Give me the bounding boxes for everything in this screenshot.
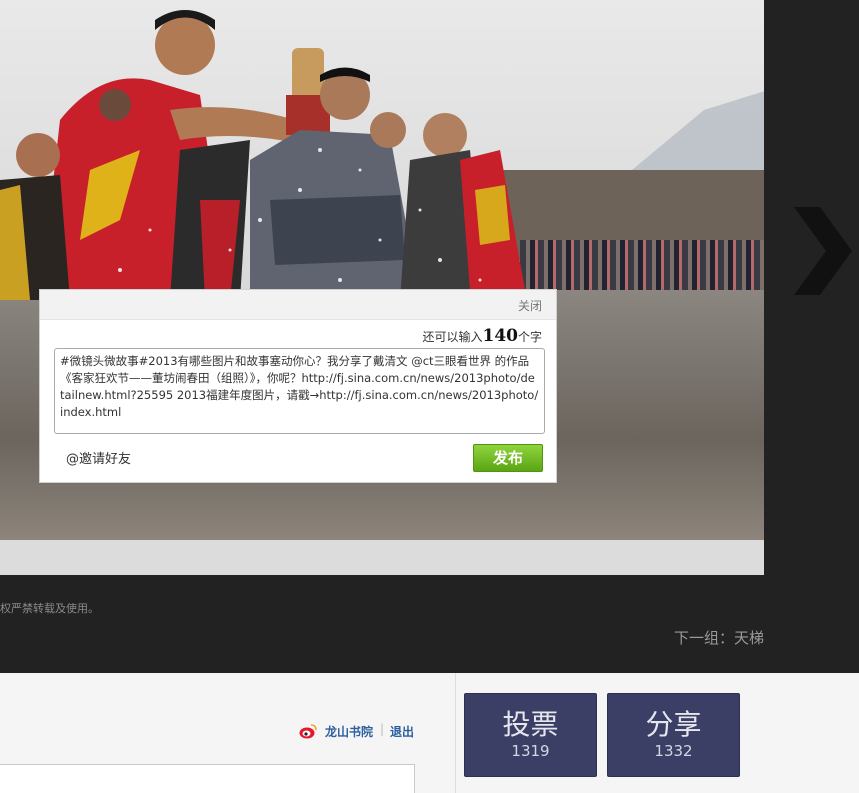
logout-link[interactable]: 退出	[390, 723, 414, 740]
next-group: 下一组：天梯	[674, 627, 764, 648]
counter-value: 140	[482, 326, 518, 346]
gallery-photo[interactable]	[0, 0, 764, 575]
comment-input[interactable]	[0, 764, 415, 793]
next-group-prefix: 下一组：	[673, 629, 734, 647]
vote-count: 1319	[511, 742, 550, 760]
username-link[interactable]: 龙山书院	[325, 723, 373, 740]
dialog-titlebar: 关闭	[40, 290, 556, 320]
share-count: 1332	[654, 742, 693, 760]
photo-bottom-band	[0, 540, 764, 575]
photo-people	[0, 10, 525, 300]
share-dialog: 关闭 还可以输入140个字 #微镜头微故事#2013有哪些图片和故事塞动你心？我…	[39, 289, 557, 483]
user-bar-separator: |	[380, 722, 385, 736]
weibo-icon	[299, 724, 317, 739]
copyright-text: 权严禁转载及使用。	[0, 602, 99, 615]
publish-button[interactable]: 发布	[473, 444, 543, 472]
vote-button[interactable]: 投票 1319	[464, 693, 597, 777]
share-button[interactable]: 分享 1332	[607, 693, 740, 777]
share-label: 分享	[645, 708, 702, 741]
bottom-panel: 龙山书院 | 退出 投票 1319 分享 1332	[0, 673, 859, 793]
next-group-link[interactable]: 天梯	[734, 629, 764, 647]
char-counter: 还可以输入140个字	[422, 326, 542, 346]
share-textarea[interactable]: #微镜头微故事#2013有哪些图片和故事塞动你心？我分享了戴清文 @ct三眼看世…	[54, 348, 545, 434]
panel-divider	[455, 673, 456, 793]
vote-label: 投票	[502, 708, 559, 741]
counter-prefix: 还可以输入	[422, 330, 483, 344]
close-button[interactable]: 关闭	[518, 297, 542, 314]
chevron-right-icon[interactable]	[790, 205, 854, 297]
invite-friends-link[interactable]: @邀请好友	[66, 448, 131, 467]
counter-suffix: 个字	[517, 330, 542, 344]
